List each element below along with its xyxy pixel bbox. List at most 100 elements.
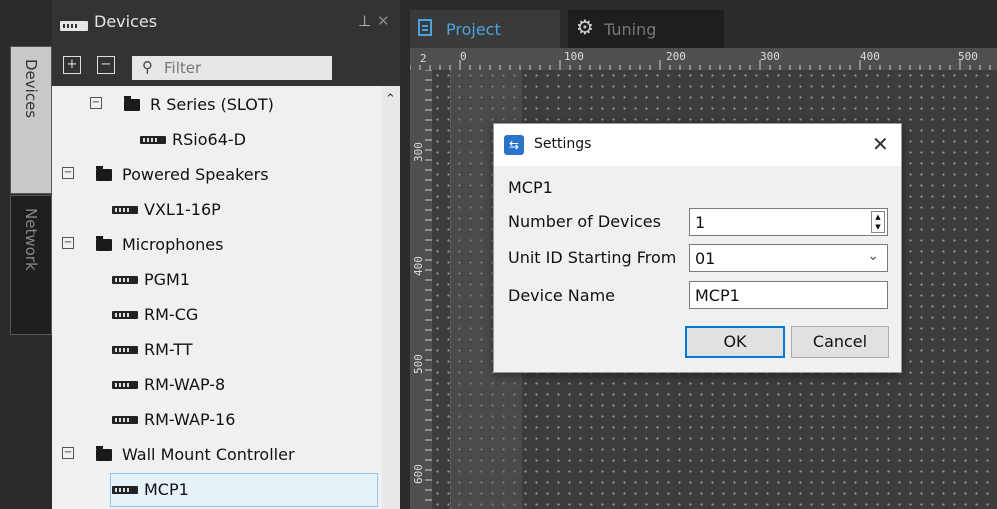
tree-device-row[interactable]: RM-TT — [52, 333, 382, 367]
settings-dialog: ⇆ Settings ✕ MCP1 Number of Devices 1 ▲ ▼… — [493, 123, 902, 373]
ruler-left-label: 400 — [412, 256, 425, 276]
ruler-top-label: 0 — [460, 50, 467, 63]
number-of-devices-value: 1 — [695, 213, 706, 232]
number-of-devices-stepper[interactable]: 1 ▲ ▼ — [689, 208, 888, 236]
ruler-top-label: 100 — [564, 50, 584, 63]
tree-device-label: RSio64-D — [172, 130, 246, 149]
tree-folder-label: Wall Mount Controller — [122, 445, 295, 464]
devices-panel: Devices ⊥ ✕ + − ⚲ − R Series (SLOT) RSio64… — [52, 0, 400, 509]
tree-device-label: RM-WAP-16 — [144, 410, 236, 429]
settings-app-icon: ⇆ — [504, 135, 524, 155]
folder-icon — [124, 96, 140, 111]
ruler-horizontal-ticks — [410, 60, 991, 70]
dialog-device-name: MCP1 — [508, 178, 553, 197]
gears-icon: ⚙ — [576, 15, 594, 39]
tab-tuning[interactable]: ⚙ Tuning — [568, 10, 724, 48]
ruler-top-label: 400 — [860, 50, 880, 63]
tree-device-row[interactable]: RM-WAP-16 — [52, 403, 382, 437]
device-name-value: MCP1 — [695, 286, 740, 305]
app-window: Devices Network Devices ⊥ ✕ + − ⚲ − R Ser… — [0, 0, 997, 509]
tree-folder-row[interactable]: − Microphones — [52, 228, 382, 262]
cancel-button[interactable]: Cancel — [791, 326, 889, 358]
device-icon — [112, 276, 138, 284]
device-icon — [140, 136, 166, 144]
collapse-icon[interactable]: − — [62, 167, 74, 179]
devices-panel-title: Devices — [94, 12, 158, 31]
ruler-top-label: 2 — [420, 52, 427, 65]
chevron-down-icon: ⌄ — [867, 248, 879, 264]
device-icon — [112, 311, 138, 319]
collapse-icon[interactable]: − — [62, 447, 74, 459]
side-tab-network-label: Network — [22, 208, 40, 271]
tree-folder-label: Microphones — [122, 235, 224, 254]
close-icon[interactable]: ✕ — [872, 132, 889, 156]
tree-device-row[interactable]: RM-WAP-8 — [52, 368, 382, 402]
ok-button[interactable]: OK — [685, 326, 785, 358]
unit-id-value: 01 — [695, 249, 716, 268]
ruler-top-label: 300 — [760, 50, 780, 63]
tree-folder-row[interactable]: − R Series (SLOT) — [52, 88, 382, 122]
search-icon: ⚲ — [142, 58, 153, 76]
chevron-up-icon[interactable]: ⌃ — [385, 92, 396, 107]
side-tab-devices[interactable]: Devices — [10, 46, 52, 194]
canvas-edge-line — [450, 70, 451, 509]
collapse-icon[interactable]: − — [62, 237, 74, 249]
tree-device-row[interactable]: RM-CG — [52, 298, 382, 332]
collapse-icon[interactable]: − — [90, 97, 102, 109]
side-tab-network[interactable]: Network — [10, 195, 52, 335]
tree-folder-label: Powered Speakers — [122, 165, 269, 184]
devices-panel-header: Devices ⊥ ✕ — [52, 0, 400, 46]
pin-icon[interactable]: ⊥ — [358, 12, 371, 30]
device-icon — [60, 16, 88, 35]
device-icon — [112, 381, 138, 389]
ruler-left-label: 300 — [412, 142, 425, 162]
unit-id-label: Unit ID Starting From — [508, 248, 677, 267]
tree-device-label: RM-WAP-8 — [144, 375, 226, 394]
tree-device-label: RM-TT — [144, 340, 193, 359]
folder-icon — [96, 446, 112, 461]
filter-box: ⚲ — [132, 56, 332, 80]
tree-device-row[interactable]: VXL1-16P — [52, 193, 382, 227]
device-icon — [112, 416, 138, 424]
document-icon — [418, 19, 432, 36]
collapse-all-button[interactable]: − — [97, 56, 115, 74]
dialog-title: Settings — [534, 136, 592, 152]
tree-device-row[interactable]: MCP1 — [52, 473, 382, 507]
side-tab-strip: Devices Network — [0, 0, 52, 509]
folder-icon — [96, 166, 112, 181]
folder-icon — [96, 236, 112, 251]
filter-input[interactable] — [164, 58, 324, 78]
ruler-vertical-ticks — [425, 70, 432, 501]
document-tabs: Project ⚙ Tuning — [400, 0, 997, 48]
tab-project-label: Project — [446, 20, 501, 39]
tree-device-label: MCP1 — [144, 480, 189, 499]
tab-project[interactable]: Project — [410, 10, 560, 48]
ruler-top-label: 200 — [666, 50, 686, 63]
tab-tuning-label: Tuning — [604, 20, 657, 39]
device-icon — [112, 486, 138, 494]
side-tab-devices-label: Devices — [22, 59, 40, 119]
devices-toolbar: + − ⚲ — [52, 46, 400, 86]
tree-device-row[interactable]: RSio64-D — [52, 123, 382, 157]
ruler-horizontal: 2 0 100 200 300 400 500 — [410, 48, 997, 70]
device-name-label: Device Name — [508, 286, 616, 305]
close-icon[interactable]: ✕ — [377, 12, 390, 30]
tree-device-row[interactable]: PGM1 — [52, 263, 382, 297]
unit-id-select[interactable]: 01 ⌄ — [689, 244, 888, 272]
spinner-arrows-icon[interactable]: ▲ ▼ — [871, 211, 885, 233]
dialog-titlebar: ⇆ Settings ✕ — [494, 124, 901, 166]
tree-folder-row[interactable]: − Powered Speakers — [52, 158, 382, 192]
tree-folder-row[interactable]: − Wall Mount Controller — [52, 438, 382, 472]
ruler-vertical: 300 400 500 600 — [410, 70, 432, 509]
tree-scrollbar[interactable]: ⌃ — [382, 86, 400, 509]
device-tree: − R Series (SLOT) RSio64-D − Powered Speaker… — [52, 86, 382, 509]
tree-device-label: VXL1-16P — [144, 200, 221, 219]
number-of-devices-label: Number of Devices — [508, 212, 661, 231]
expand-all-button[interactable]: + — [63, 56, 81, 74]
ruler-top-label: 500 — [958, 50, 978, 63]
device-name-field[interactable]: MCP1 — [689, 281, 888, 309]
ruler-left-label: 600 — [412, 464, 425, 484]
device-icon — [112, 206, 138, 214]
tree-device-label: PGM1 — [144, 270, 191, 289]
device-icon — [112, 346, 138, 354]
